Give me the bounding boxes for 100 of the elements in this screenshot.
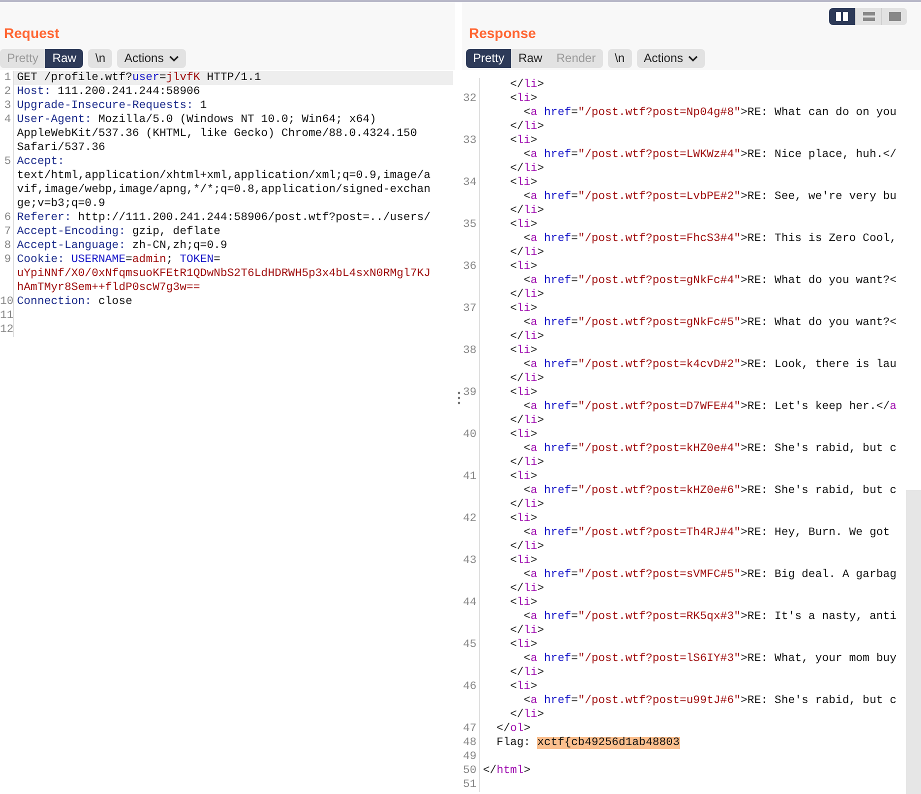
two-columns-icon [836, 12, 848, 21]
line-number: 48 [463, 737, 477, 749]
view-tab[interactable]: Raw [45, 48, 84, 68]
code-line: <li> [509, 680, 538, 694]
caret-icon [688, 54, 698, 62]
actions-button[interactable]: Actions [636, 48, 706, 68]
line-number: 2 [4, 86, 11, 98]
code-line: <a href="/post.wtf?post=gNkFc#4">RE: What do you want?< [522, 274, 898, 288]
line-number: 1 [4, 72, 11, 84]
code-line: <li> [509, 470, 538, 484]
view-tab[interactable]: Pretty [466, 48, 512, 68]
code-line: </li> [509, 330, 546, 344]
code-line: Upgrade-Insecure-Requests: 1 [16, 99, 208, 113]
code-line: Accept-Language: zh-CN,zh;q=0.9 [16, 239, 228, 253]
line-number: 49 [463, 751, 477, 763]
code-line: <li> [509, 554, 538, 568]
line-number: 11 [0, 310, 14, 322]
line-number: 34 [463, 177, 477, 189]
code-line: text/html,application/xhtml+xml,application/xml;q=0.9,image/a [16, 169, 432, 183]
code-line: <a href="/post.wtf?post=sVMFC#5">RE: Big deal. A garbag [522, 568, 898, 582]
code-line: </li> [509, 246, 546, 260]
code-line: </li> [509, 666, 546, 680]
code-line: <li> [509, 428, 538, 442]
line-number: 39 [463, 387, 477, 399]
code-line: <li> [509, 218, 538, 232]
line-number: 4 [4, 114, 11, 126]
line-number: 8 [4, 240, 11, 252]
code-line: </li> [509, 498, 546, 512]
line-number: 44 [463, 597, 477, 609]
two-rows-icon [862, 12, 874, 21]
code-line: <a href="/post.wtf?post=lS6IY#3">RE: What, your mom buy [522, 652, 898, 666]
line-number: 47 [463, 723, 477, 735]
code-line: <li> [509, 386, 538, 400]
highlighted-text: xctf{cb49256d1ab48803 [537, 737, 680, 749]
scrollbar-thumb[interactable] [906, 490, 921, 794]
code-line: <li> [509, 596, 538, 610]
code-line: <li> [509, 134, 538, 148]
single-pane-icon [888, 12, 900, 21]
line-number: 43 [463, 555, 477, 567]
line-number: 38 [463, 345, 477, 357]
line-number: 7 [4, 226, 11, 238]
line-number: 35 [463, 219, 477, 231]
code-line: Safari/537.36 [16, 141, 106, 155]
code-line: <li> [509, 92, 538, 106]
code-line: </li> [509, 288, 546, 302]
layout-button[interactable] [829, 8, 855, 25]
code-line: <a href="/post.wtf?post=RK5qx#3">RE: It's a nasty, anti [522, 610, 898, 624]
code-line: </li> [509, 456, 546, 470]
code-line: </li> [509, 708, 546, 722]
drag-handle-icon[interactable] [456, 391, 460, 405]
code-line: AppleWebKit/537.36 (KHTML, like Gecko) Chrome/88.0.4324.150 [16, 127, 418, 141]
code-line: </li> [509, 624, 546, 638]
code-line: <li> [509, 344, 538, 358]
line-number: 6 [4, 212, 11, 224]
code-line: <a href="/post.wtf?post=gNkFc#5">RE: What do you want?< [522, 316, 898, 330]
code-text: Flag: [496, 737, 532, 749]
line-number: 5 [4, 156, 11, 168]
code-line: </ol> [496, 722, 532, 736]
line-number: 46 [463, 681, 477, 693]
code-line: <a href="/post.wtf?post=kHZ0e#6">RE: She's rabid, but c [522, 484, 898, 498]
newline-toggle-button[interactable]: \n [608, 48, 632, 68]
code-line: <a href="/post.wtf?post=Th4RJ#4">RE: Hey, Burn. We got [522, 526, 891, 540]
code-line: <li> [509, 260, 538, 274]
code-line: </li> [509, 540, 546, 554]
code-line: </li> [509, 120, 546, 134]
code-line: </li> [509, 204, 546, 218]
code-line: Cookie: USERNAME=admin; TOKEN= [16, 253, 222, 267]
code-line: <a href="/post.wtf?post=u99tJ#6">RE: She's rabid, but c [522, 694, 898, 708]
code-line: Host: 111.200.241.244:58906 [16, 85, 202, 99]
code-line: <a href="/post.wtf?post=k4cvD#2">RE: Look, there is lau [522, 358, 898, 372]
code-line: </li> [509, 162, 546, 176]
line-number: 41 [463, 471, 477, 483]
line-number: 36 [463, 261, 477, 273]
code-line: <a href="/post.wtf?post=FhcS3#4">RE: This is Zero Cool, [522, 232, 898, 246]
code-line: <li> [509, 176, 538, 190]
caret-icon [168, 54, 179, 62]
line-number: 32 [463, 93, 477, 105]
code-line: <a href="/post.wtf?post=D7WFE#4">RE: Let's keep her.</a [522, 400, 898, 414]
line-number: 37 [463, 303, 477, 315]
code-line: uYpiNNf/X0/0xNfqmsuoKFEtR1QDwNbS2T6LdHDRWH5p3x4bL4sxN0RMgl7KJ [16, 267, 432, 281]
panel-title: Request [4, 24, 60, 42]
code-line: <a href="/post.wtf?post=LvbPE#2">RE: See, we're very bu [522, 190, 898, 204]
code-line: hAmTMyr8Sem++fldP0scW7g3w== [16, 281, 202, 295]
code-line: Referer: http://111.200.241.244:58906/post.wtf?post=../users/ [16, 211, 432, 225]
line-number: 42 [463, 513, 477, 525]
code-line: </li> [509, 372, 546, 386]
code-line: <a href="/post.wtf?post=LWKWz#4">RE: Nice place, huh.</ [522, 148, 898, 162]
line-number: 12 [0, 324, 14, 336]
line-number: 9 [4, 254, 11, 266]
code-line: ge;v=b3;q=0.9 [16, 197, 106, 211]
code-line: <a href="/post.wtf?post=kHZ0e#4">RE: She's rabid, but c [522, 442, 898, 456]
line-number: 10 [0, 296, 14, 308]
code-line: </li> [509, 78, 546, 92]
newline-toggle-button[interactable]: \n [88, 48, 112, 68]
line-number: 45 [463, 639, 477, 651]
line-number: 33 [463, 135, 477, 147]
code-line: vif,image/webp,image/apng,*/*;q=0.8,application/signed-exchan [16, 183, 432, 197]
line-number: 50 [463, 765, 477, 777]
actions-button[interactable]: Actions [117, 48, 186, 68]
code-line: Connection: close [16, 295, 134, 309]
